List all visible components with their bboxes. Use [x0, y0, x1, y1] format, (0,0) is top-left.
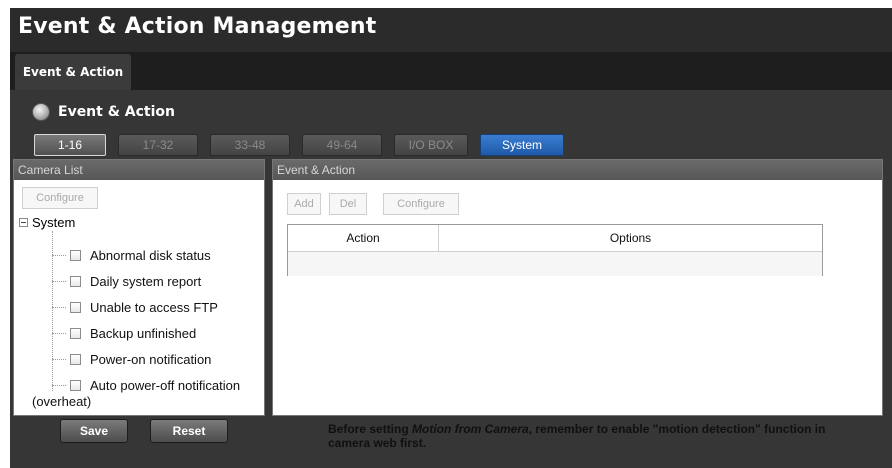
save-button[interactable]: Save [60, 419, 128, 443]
minus-icon[interactable] [19, 217, 28, 227]
camera-tree: Configure System Abnormal disk status Da… [14, 160, 264, 415]
checkbox-icon[interactable] [70, 301, 81, 313]
action-table: Action Options [287, 224, 823, 276]
app-window: Event & Action Management Event & Action… [10, 8, 892, 468]
checkbox-icon[interactable] [70, 379, 81, 391]
camera-list-panel: Camera List Configure System Abnormal di… [13, 159, 265, 416]
section-header: Event & Action [32, 102, 175, 122]
checkbox-icon[interactable] [70, 327, 81, 339]
tree-item-label: Power-on notification [90, 351, 212, 367]
range-button-1-16[interactable]: 1-16 [34, 134, 106, 156]
event-action-panel: Event & Action Add Del Configure Action … [272, 159, 883, 416]
tree-item-auto-power-off-notification[interactable]: Auto power-off notification [52, 375, 240, 395]
checkbox-icon[interactable] [70, 275, 81, 287]
range-button-io-box[interactable]: I/O BOX [394, 134, 468, 156]
tree-item-label: Backup unfinished [90, 325, 197, 341]
range-button-system[interactable]: System [480, 134, 564, 156]
del-button[interactable]: Del [329, 193, 367, 215]
tree-item-label: Auto power-off notification [90, 377, 241, 393]
tab-bar: Event & Action [10, 52, 892, 90]
action-table-header: Action Options [288, 225, 822, 252]
reset-button[interactable]: Reset [150, 419, 228, 443]
configure-button[interactable]: Configure [383, 193, 459, 215]
tree-item-power-on-notification[interactable]: Power-on notification [52, 349, 211, 369]
tree-item-label: Daily system report [90, 273, 202, 289]
range-button-33-48[interactable]: 33-48 [210, 134, 290, 156]
column-header-options[interactable]: Options [439, 225, 822, 251]
camera-configure-button[interactable]: Configure [22, 187, 98, 209]
tree-root-system[interactable]: System [19, 213, 75, 231]
column-header-action[interactable]: Action [288, 225, 439, 251]
event-action-header: Event & Action [273, 160, 882, 180]
add-button[interactable]: Add [287, 193, 321, 215]
range-tabs: 1-16 17-32 33-48 49-64 I/O BOX System [34, 134, 564, 156]
tree-item-label: Unable to access FTP [90, 299, 218, 315]
checkbox-icon[interactable] [70, 249, 81, 261]
tree-item-label-continued: (overheat) [32, 394, 92, 409]
tree-item-unable-to-access-ftp[interactable]: Unable to access FTP [52, 297, 218, 317]
bullet-icon [32, 103, 50, 121]
range-button-17-32[interactable]: 17-32 [118, 134, 198, 156]
page-title: Event & Action Management [18, 14, 377, 39]
tree-root-label: System [32, 214, 76, 230]
tab-event-action[interactable]: Event & Action [15, 54, 131, 90]
tree-item-backup-unfinished[interactable]: Backup unfinished [52, 323, 196, 343]
note-emphasis: Motion from Camera [412, 422, 529, 436]
tree-item-label: Abnormal disk status [90, 247, 211, 263]
section-title: Event & Action [58, 104, 176, 120]
tree-item-abnormal-disk-status[interactable]: Abnormal disk status [52, 245, 211, 265]
range-button-49-64[interactable]: 49-64 [302, 134, 382, 156]
table-empty-row [288, 252, 822, 276]
motion-detection-note: Before setting Motion from Camera, remem… [328, 422, 826, 450]
tree-item-daily-system-report[interactable]: Daily system report [52, 271, 201, 291]
checkbox-icon[interactable] [70, 353, 81, 365]
